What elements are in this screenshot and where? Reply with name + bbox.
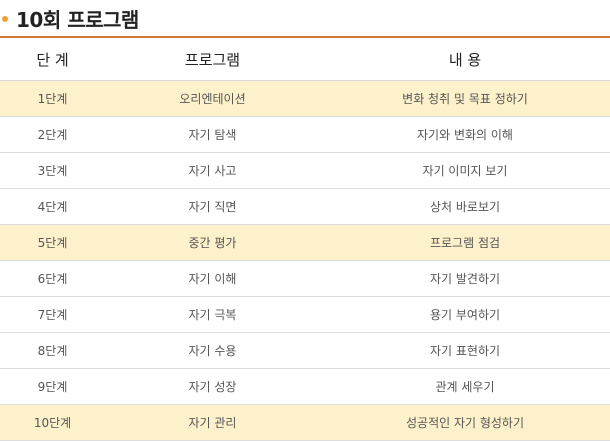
cell-stage: 10단계	[0, 404, 105, 441]
table-row: 7단계 자기 극복 용기 부여하기	[0, 296, 610, 333]
cell-stage: 1단계	[0, 80, 105, 117]
cell-content: 변화 청취 및 목표 정하기	[320, 80, 610, 117]
page-title: 10회 프로그램	[16, 7, 139, 32]
cell-stage: 2단계	[0, 116, 105, 153]
cell-program: 오리엔테이션	[105, 80, 320, 117]
cell-stage: 7단계	[0, 296, 105, 333]
header-stage: 단 계	[0, 36, 105, 81]
table-row: 3단계 자기 사고 자기 이미지 보기	[0, 152, 610, 189]
cell-content: 상처 바로보기	[320, 188, 610, 225]
table-row: 4단계 자기 직면 상처 바로보기	[0, 188, 610, 225]
cell-content: 성공적인 자기 형성하기	[320, 404, 610, 441]
table-row: 6단계 자기 이해 자기 발견하기	[0, 260, 610, 297]
cell-program: 자기 관리	[105, 404, 320, 441]
cell-program: 자기 성장	[105, 368, 320, 405]
bullet-dot-icon	[2, 16, 8, 22]
cell-stage: 9단계	[0, 368, 105, 405]
cell-program: 자기 극복	[105, 296, 320, 333]
cell-program: 자기 탐색	[105, 116, 320, 153]
cell-program: 자기 직면	[105, 188, 320, 225]
header-content: 내 용	[320, 36, 610, 81]
cell-content: 자기와 변화의 이해	[320, 116, 610, 153]
cell-stage: 8단계	[0, 332, 105, 369]
table-row: 1단계 오리엔테이션 변화 청취 및 목표 정하기	[0, 80, 610, 117]
cell-content: 자기 이미지 보기	[320, 152, 610, 189]
cell-stage: 3단계	[0, 152, 105, 189]
cell-content: 용기 부여하기	[320, 296, 610, 333]
table-body: 1단계 오리엔테이션 변화 청취 및 목표 정하기 2단계 자기 탐색 자기와 변화의 이…	[0, 80, 610, 441]
cell-stage: 4단계	[0, 188, 105, 225]
cell-stage: 5단계	[0, 224, 105, 261]
cell-stage: 6단계	[0, 260, 105, 297]
table-row: 8단계 자기 수용 자기 표현하기	[0, 332, 610, 369]
table-row: 2단계 자기 탐색 자기와 변화의 이해	[0, 116, 610, 153]
cell-program: 중간 평가	[105, 224, 320, 261]
cell-program: 자기 수용	[105, 332, 320, 369]
cell-content: 관계 세우기	[320, 368, 610, 405]
table-row: 10단계 자기 관리 성공적인 자기 형성하기	[0, 404, 610, 441]
cell-content: 자기 표현하기	[320, 332, 610, 369]
program-table: 단 계 프로그램 내 용 1단계 오리엔테이션 변화 청취 및 목표 정하기 2단계 자…	[0, 36, 610, 441]
table-row: 5단계 중간 평가 프로그램 점검	[0, 224, 610, 261]
cell-program: 자기 사고	[105, 152, 320, 189]
table-header-row: 단 계 프로그램 내 용	[0, 36, 610, 81]
title-row: 10회 프로그램	[0, 0, 610, 36]
cell-content: 프로그램 점검	[320, 224, 610, 261]
table-row: 9단계 자기 성장 관계 세우기	[0, 368, 610, 405]
cell-program: 자기 이해	[105, 260, 320, 297]
header-program: 프로그램	[105, 36, 320, 81]
cell-content: 자기 발견하기	[320, 260, 610, 297]
